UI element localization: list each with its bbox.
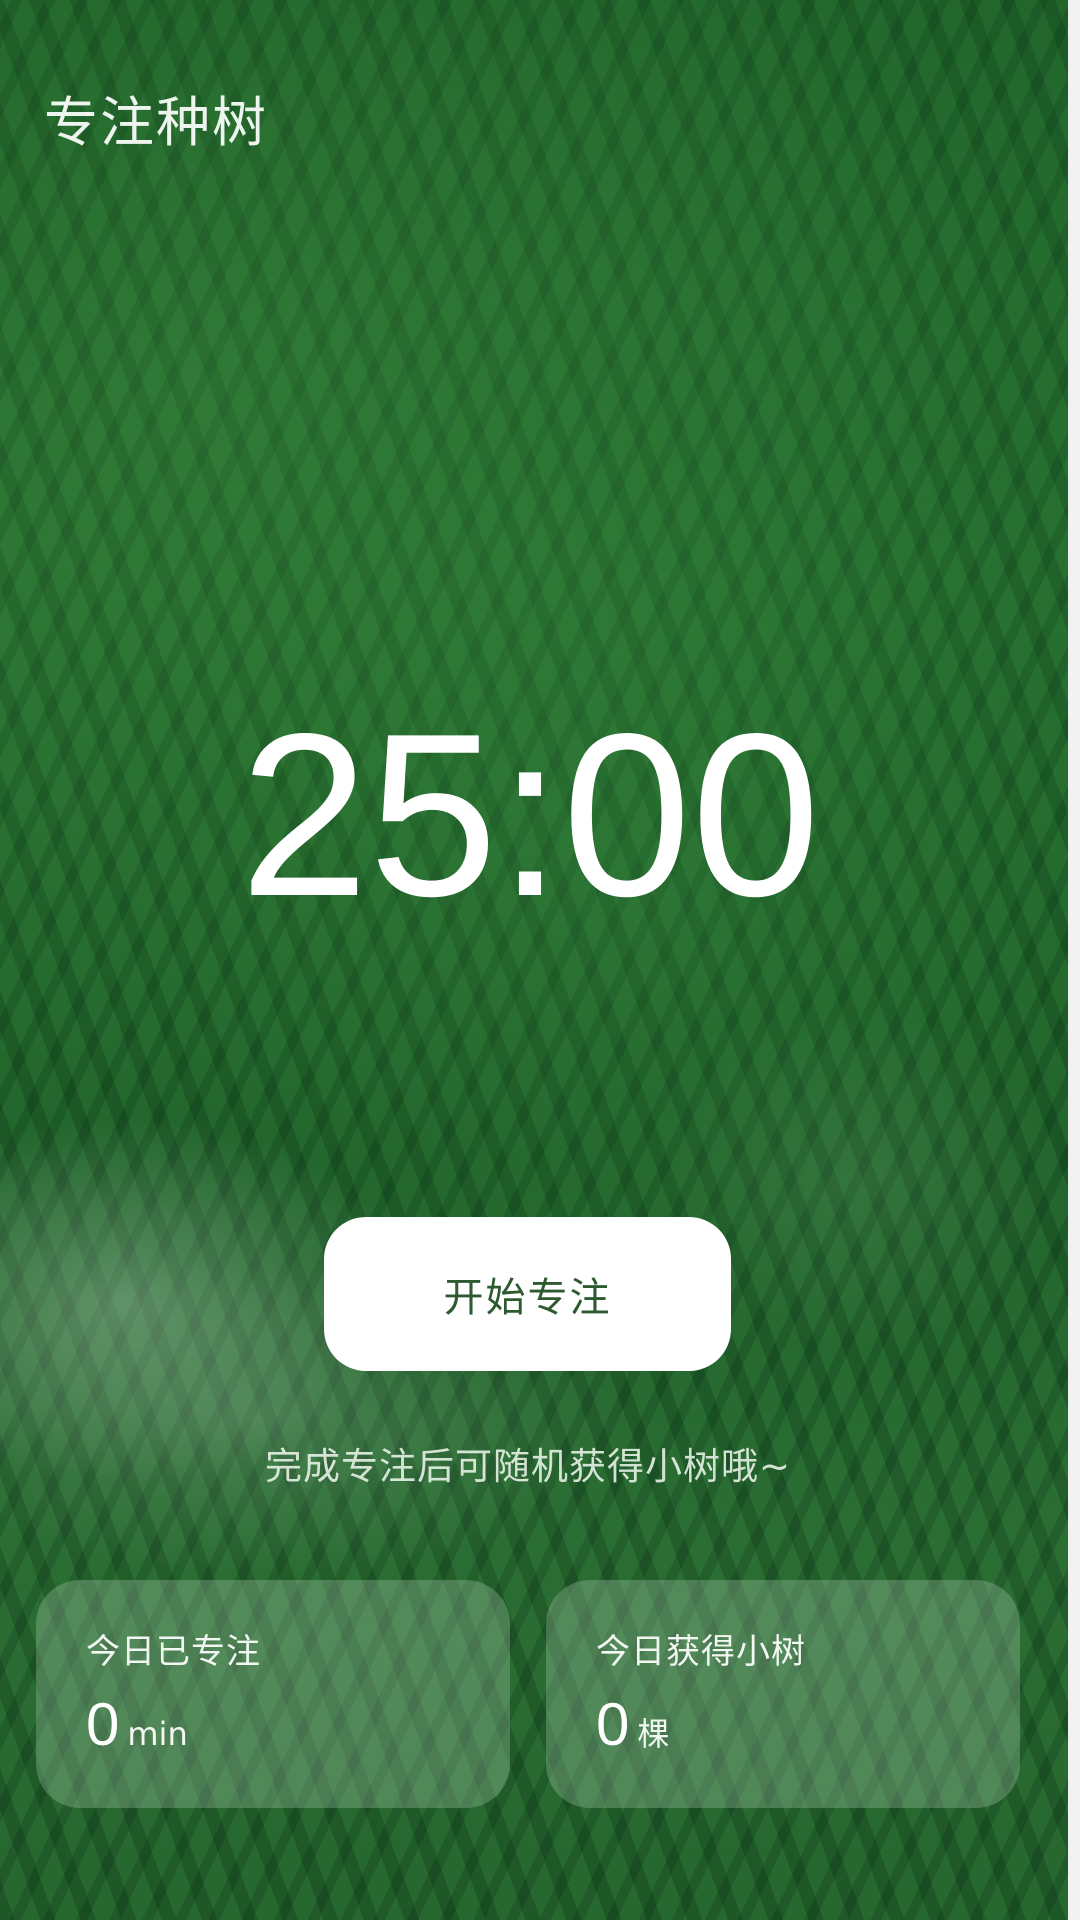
app-title: 专注种树 bbox=[44, 91, 268, 154]
trees-earned-label: 今日获得小树 bbox=[596, 1632, 806, 1672]
start-focus-label: 开始专注 bbox=[443, 1275, 612, 1321]
trees-earned-value: 0 bbox=[596, 1691, 630, 1758]
trees-earned-card: 今日获得小树 0 棵 bbox=[546, 1580, 1020, 1808]
start-focus-button[interactable]: 开始专注 bbox=[324, 1217, 731, 1371]
reward-hint: 完成专注后可随机获得小树哦~ bbox=[264, 1445, 791, 1488]
focus-minutes-label: 今日已专注 bbox=[86, 1632, 261, 1672]
focus-minutes-value: 0 bbox=[86, 1691, 120, 1758]
countdown-timer: 25:00 bbox=[239, 686, 821, 945]
trees-earned-value-row: 0 棵 bbox=[596, 1695, 1020, 1755]
focus-minutes-unit: min bbox=[127, 1715, 188, 1753]
trees-earned-unit: 棵 bbox=[637, 1715, 670, 1753]
focus-minutes-value-row: 0 min bbox=[86, 1695, 510, 1755]
focus-screen: 专注种树 25:00 开始专注 完成专注后可随机获得小树哦~ 今日已专注 0 m… bbox=[0, 0, 1080, 1920]
focus-minutes-card: 今日已专注 0 min bbox=[36, 1580, 510, 1808]
edge-divider bbox=[1068, 0, 1080, 1920]
